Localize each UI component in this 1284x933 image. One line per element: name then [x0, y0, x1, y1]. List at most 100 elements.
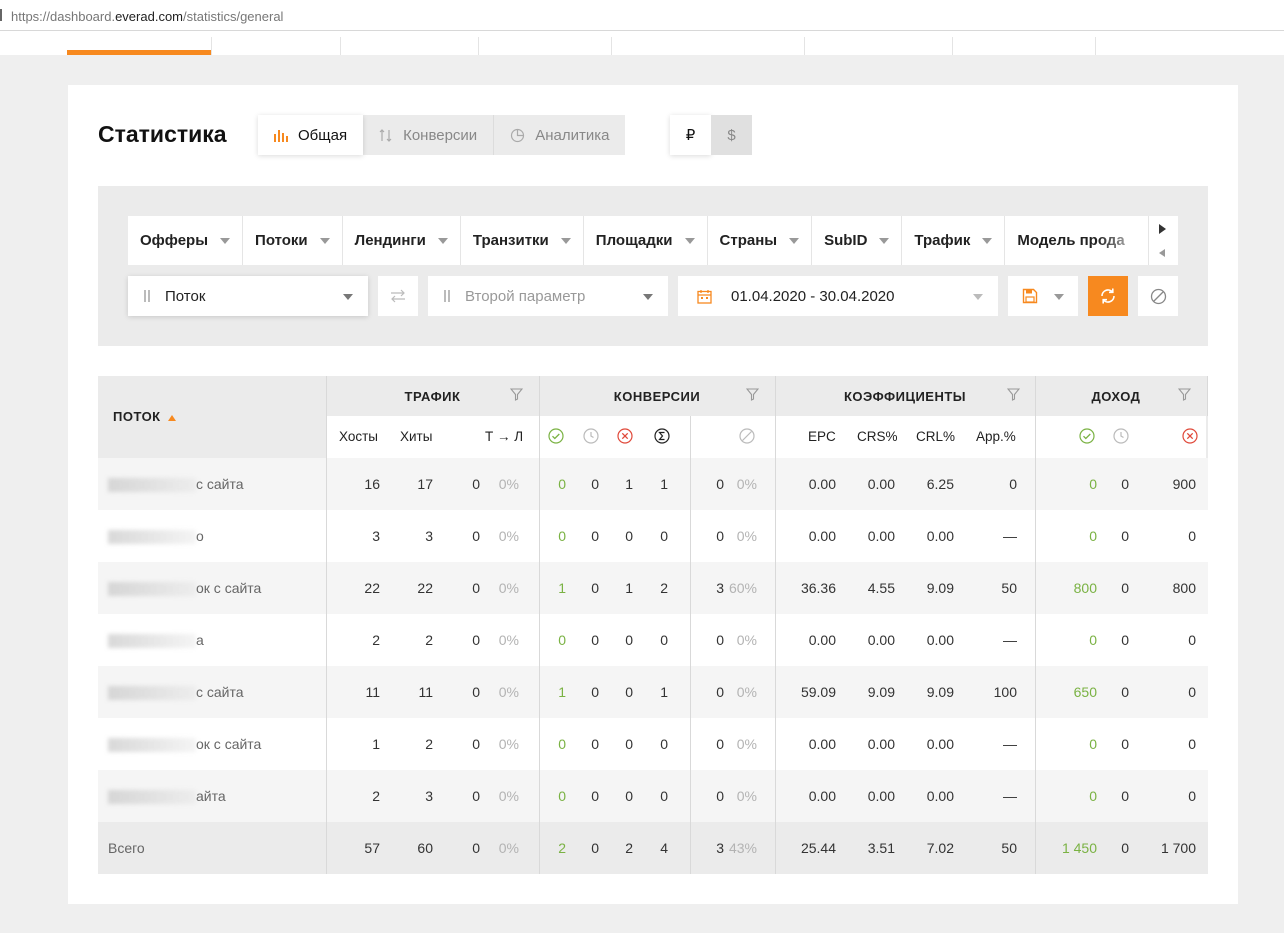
cell-ok: 1: [558, 580, 566, 596]
swap-params-button[interactable]: [378, 276, 418, 316]
filter-offers[interactable]: Офферы: [128, 216, 244, 265]
calendar-icon: [697, 289, 712, 304]
filter-icon[interactable]: [1178, 388, 1191, 401]
table-row: а 2 2 0 0% 0 0 0 0 0 0% 0.00 0.00 0.00 — 0 0 0: [98, 614, 1208, 666]
tab-analytics[interactable]: Аналитика: [493, 115, 625, 155]
crl-column-header[interactable]: CRL%: [916, 429, 955, 444]
table-subheader-area: [326, 416, 1206, 458]
stream-name[interactable]: с сайта: [108, 476, 244, 493]
date-range-picker[interactable]: 01.04.2020 - 30.04.2020: [678, 276, 998, 316]
second-param-select[interactable]: Второй параметр: [428, 276, 668, 316]
drag-handle-icon[interactable]: [144, 290, 150, 302]
tab-conversions[interactable]: Конверсии: [363, 115, 493, 155]
cell-inc-rej: 900: [1172, 476, 1196, 492]
filter-landings[interactable]: Лендинги: [343, 216, 461, 265]
redacted-name-blur: [108, 478, 196, 493]
cell-ok: 0: [558, 736, 566, 752]
filter-platforms[interactable]: Площадки: [584, 216, 708, 265]
cell-hits: 3: [425, 788, 433, 804]
stream-name[interactable]: с сайта: [108, 684, 244, 701]
filter-bar: Офферы Потоки Лендинги Транзитки Площадк…: [128, 216, 1178, 265]
cell-crl: 0.00: [926, 528, 954, 544]
cell-hits: 17: [417, 476, 433, 492]
tab-conversions-label: Конверсии: [403, 126, 478, 144]
cell-tr: 0: [716, 528, 724, 544]
filter-streams[interactable]: Потоки: [243, 216, 343, 265]
save-preset-button[interactable]: [1008, 276, 1078, 316]
cell-epc: 25.44: [800, 840, 836, 856]
stream-name-text: ок с сайта: [196, 580, 262, 596]
scroll-left-icon[interactable]: [1159, 249, 1165, 257]
browser-address-bar[interactable]: https://dashboard.everad.com/statistics/…: [0, 0, 1284, 31]
refresh-button[interactable]: [1088, 276, 1128, 316]
first-param-select[interactable]: Поток: [128, 276, 368, 316]
column-divider: [326, 376, 327, 874]
filter-subid-label: SubID: [824, 232, 868, 249]
cell-tr: 0: [716, 736, 724, 752]
stream-column-header[interactable]: ПОТОК: [113, 409, 176, 424]
total-row: Всего 57 60 0 0% 2 0 2 4 3 43% 25.44 3.51 7.02 50 1 450…: [98, 822, 1208, 874]
currency-rub-button[interactable]: ₽: [670, 115, 711, 155]
stream-name[interactable]: айта: [108, 788, 226, 805]
filter-icon[interactable]: [1007, 388, 1020, 401]
filter-icon[interactable]: [510, 388, 523, 401]
url-text[interactable]: https://dashboard.everad.com/statistics/…: [11, 9, 283, 24]
hits-column-header[interactable]: Хиты: [400, 429, 432, 444]
cell-inc-ok: 0: [1089, 528, 1097, 544]
filter-countries[interactable]: Страны: [708, 216, 813, 265]
nav-divider: [211, 37, 212, 55]
cell-sum: 2: [660, 580, 668, 596]
cell-tr: 3: [716, 840, 724, 856]
nav-divider: [952, 37, 953, 55]
cell-crs: 4.55: [867, 580, 895, 596]
cell-epc: 0.00: [808, 788, 836, 804]
conversions-group-label: КОНВЕРСИИ: [613, 388, 701, 404]
cell-inc-wait: 0: [1121, 580, 1129, 596]
table-row: с сайта 16 17 0 0% 0 0 1 1 0 0% 0.00 0.00 6.25 0 0 0 900: [98, 458, 1208, 510]
table-row: айта 2 3 0 0% 0 0 0 0 0 0% 0.00 0.00 0.00 — 0 0 0: [98, 770, 1208, 822]
cell-sum: 0: [660, 788, 668, 804]
stream-name-text: Всего: [108, 840, 145, 856]
nav-divider: [804, 37, 805, 55]
redacted-name-blur: [108, 582, 196, 597]
cell-epc: 36.36: [800, 580, 836, 596]
cell-sum: 0: [660, 632, 668, 648]
cell-inc-wait: 0: [1121, 788, 1129, 804]
reset-filters-button[interactable]: [1138, 276, 1178, 316]
filter-traffic[interactable]: Трафик: [902, 216, 1006, 265]
transit-landing-column-header[interactable]: Т → Л: [485, 429, 523, 444]
currency-usd-button[interactable]: $: [711, 115, 752, 155]
epc-column-header[interactable]: EPC: [808, 429, 836, 444]
cell-wait: 0: [591, 788, 599, 804]
cell-t: 0: [472, 476, 480, 492]
currency-switch: ₽ $: [670, 115, 752, 155]
cell-trp: 0%: [736, 736, 757, 752]
crs-column-header[interactable]: CRS%: [857, 429, 898, 444]
drag-handle-icon[interactable]: [444, 290, 450, 302]
stream-column-label: ПОТОК: [113, 409, 161, 424]
first-param-value: Поток: [165, 287, 206, 305]
filter-subid[interactable]: SubID: [812, 216, 903, 265]
app-column-header[interactable]: App.%: [976, 429, 1016, 444]
cell-hosts: 57: [364, 840, 380, 856]
pie-chart-icon: [511, 128, 525, 142]
cell-inc-ok: 1 450: [1061, 840, 1097, 856]
stream-name[interactable]: а: [108, 632, 204, 649]
stream-name[interactable]: ок с сайта: [108, 580, 262, 597]
tab-general[interactable]: Общая: [258, 115, 364, 155]
cell-crs: 0.00: [867, 632, 895, 648]
filter-transits[interactable]: Транзитки: [461, 216, 584, 265]
hosts-column-header[interactable]: Хосты: [339, 429, 378, 444]
stream-name[interactable]: о: [108, 528, 204, 545]
cell-app: —: [1003, 736, 1017, 752]
cell-tr: 0: [716, 788, 724, 804]
cell-tp: 0%: [498, 476, 519, 492]
stream-name[interactable]: ок с сайта: [108, 736, 261, 753]
scroll-right-icon[interactable]: [1159, 224, 1166, 234]
filter-icon[interactable]: [746, 388, 759, 401]
cell-inc-rej: 0: [1188, 736, 1196, 752]
cell-trp: 43%: [728, 840, 757, 856]
cell-tp: 0%: [498, 528, 519, 544]
cell-hosts: 16: [364, 476, 380, 492]
coefficients-group-header: КОЭФФИЦИЕНТЫ: [775, 376, 1035, 416]
